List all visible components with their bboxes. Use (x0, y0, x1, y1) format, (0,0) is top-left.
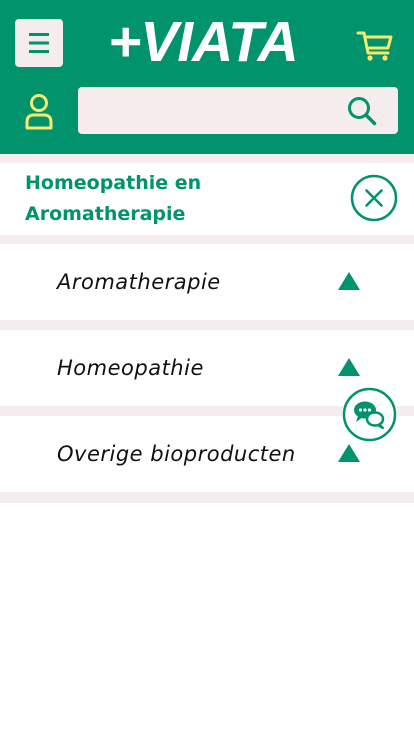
subcategory-label: Aromatherapie (57, 270, 221, 294)
subcategory-label: Homeopathie (57, 356, 204, 380)
search-bar (78, 87, 398, 134)
divider (0, 320, 414, 330)
triangle-up-icon[interactable] (337, 271, 361, 291)
category-title: Homeopathie en Aromatherapie (25, 168, 325, 230)
close-circle-icon (350, 174, 398, 222)
search-icon (348, 97, 377, 126)
chat-button[interactable] (342, 387, 397, 442)
cart-button[interactable] (355, 26, 395, 66)
divider (0, 492, 414, 503)
search-button[interactable] (346, 95, 378, 127)
subcategory-label: Overige bioproducten (57, 442, 296, 466)
divider (0, 154, 414, 163)
hamburger-menu-icon (29, 33, 49, 53)
category-header: Homeopathie en Aromatherapie (0, 163, 414, 235)
chat-bubbles-icon (342, 387, 397, 442)
triangle-up-icon[interactable] (337, 443, 361, 463)
subcategory-item-aromatherapie[interactable]: Aromatherapie (0, 244, 414, 320)
divider (0, 235, 414, 244)
menu-button[interactable] (15, 19, 63, 67)
site-header: +VIATA (0, 0, 414, 154)
close-category-button[interactable] (350, 174, 398, 222)
account-button[interactable] (22, 92, 56, 132)
category-title-line1: Homeopathie en (25, 172, 202, 194)
category-title-line2: Aromatherapie (25, 203, 186, 225)
search-input[interactable] (88, 93, 338, 128)
user-icon (25, 94, 53, 130)
triangle-up-icon[interactable] (337, 357, 361, 377)
site-logo[interactable]: +VIATA (108, 11, 299, 73)
cart-icon (356, 31, 393, 61)
